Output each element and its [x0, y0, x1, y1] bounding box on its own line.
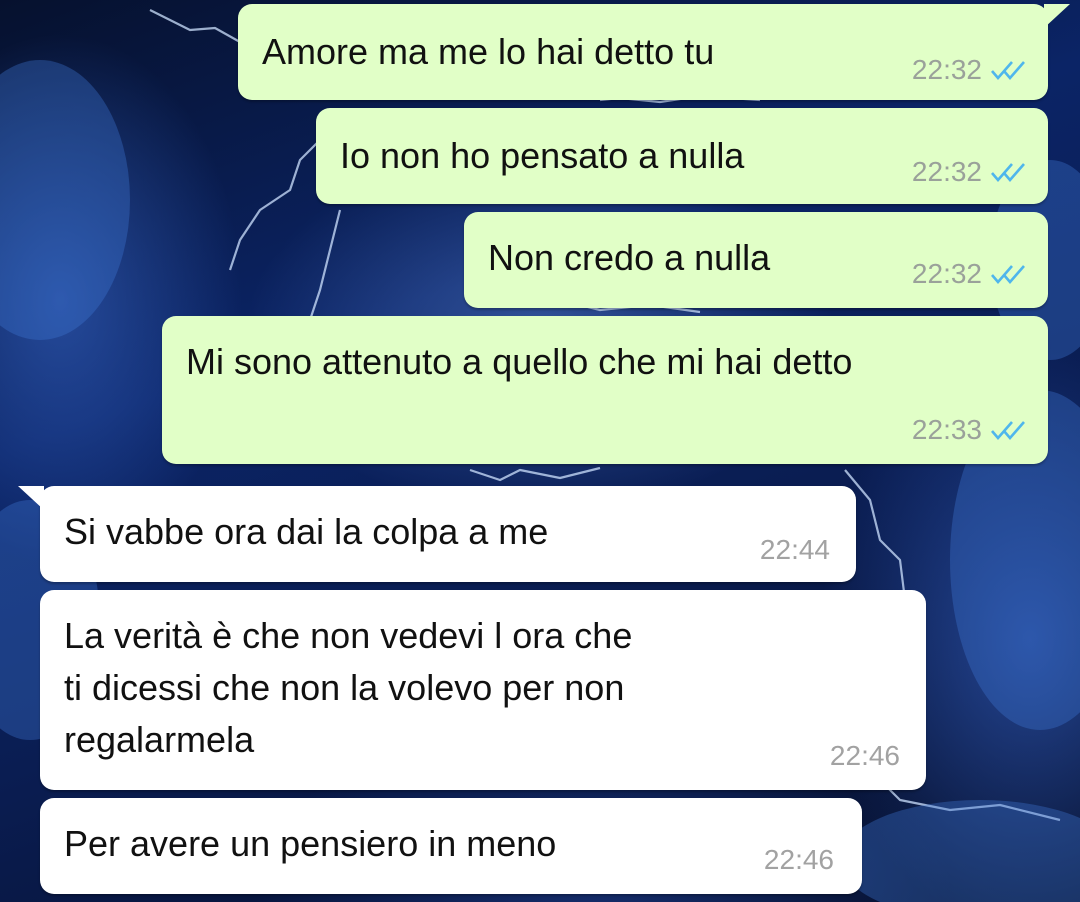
- message-bubble-outgoing[interactable]: Io non ho pensato a nulla 22:32: [316, 108, 1048, 204]
- message-meta: 22:44: [760, 534, 830, 566]
- message-meta: 22:46: [830, 740, 900, 772]
- message-bubble-incoming[interactable]: La verità è che non vedevi l ora che ti …: [40, 590, 926, 790]
- message-text: Non credo a nulla: [488, 237, 771, 278]
- message-time: 22:46: [829, 740, 900, 771]
- storm-cloud: [0, 60, 130, 340]
- double-check-read-icon: [991, 265, 1025, 284]
- message-meta: 22:32: [912, 156, 1026, 188]
- message-bubble-outgoing[interactable]: Non credo a nulla 22:32: [464, 212, 1048, 308]
- message-text: Mi sono attenuto a quello che mi hai det…: [186, 341, 853, 382]
- message-bubble-incoming[interactable]: Per avere un pensiero in meno 22:46: [40, 798, 862, 894]
- message-meta: 22:46: [764, 844, 834, 876]
- message-meta: 22:32: [912, 54, 1026, 86]
- message-time: 22:32: [911, 54, 982, 85]
- storm-cloud: [840, 800, 1080, 902]
- double-check-read-icon: [991, 421, 1025, 440]
- message-bubble-outgoing[interactable]: Mi sono attenuto a quello che mi hai det…: [162, 316, 1048, 464]
- message-meta: 22:32: [912, 258, 1026, 290]
- message-time: 22:32: [911, 156, 982, 187]
- double-check-read-icon: [991, 61, 1025, 80]
- message-meta: 22:33: [912, 414, 1026, 446]
- lightning-bolt: [469, 466, 601, 482]
- message-time: 22:44: [759, 534, 830, 565]
- message-time: 22:46: [763, 844, 834, 875]
- bubble-tail: [1044, 4, 1070, 28]
- message-time: 22:32: [911, 258, 982, 289]
- message-text: Per avere un pensiero in meno: [64, 823, 557, 864]
- message-bubble-incoming[interactable]: Si vabbe ora dai la colpa a me 22:44: [18, 486, 856, 582]
- bubble-tail: [18, 486, 44, 510]
- message-text: Si vabbe ora dai la colpa a me: [64, 511, 549, 552]
- message-text: La verità è che non vedevi l ora che ti …: [64, 615, 633, 760]
- message-time: 22:33: [911, 414, 982, 445]
- double-check-read-icon: [991, 163, 1025, 182]
- lightning-bolt: [308, 209, 342, 321]
- message-text: Io non ho pensato a nulla: [340, 135, 745, 176]
- message-text: Amore ma me lo hai detto tu: [262, 31, 715, 72]
- lightning-bolt: [228, 129, 331, 271]
- message-bubble-outgoing[interactable]: Amore ma me lo hai detto tu 22:32: [238, 4, 1070, 100]
